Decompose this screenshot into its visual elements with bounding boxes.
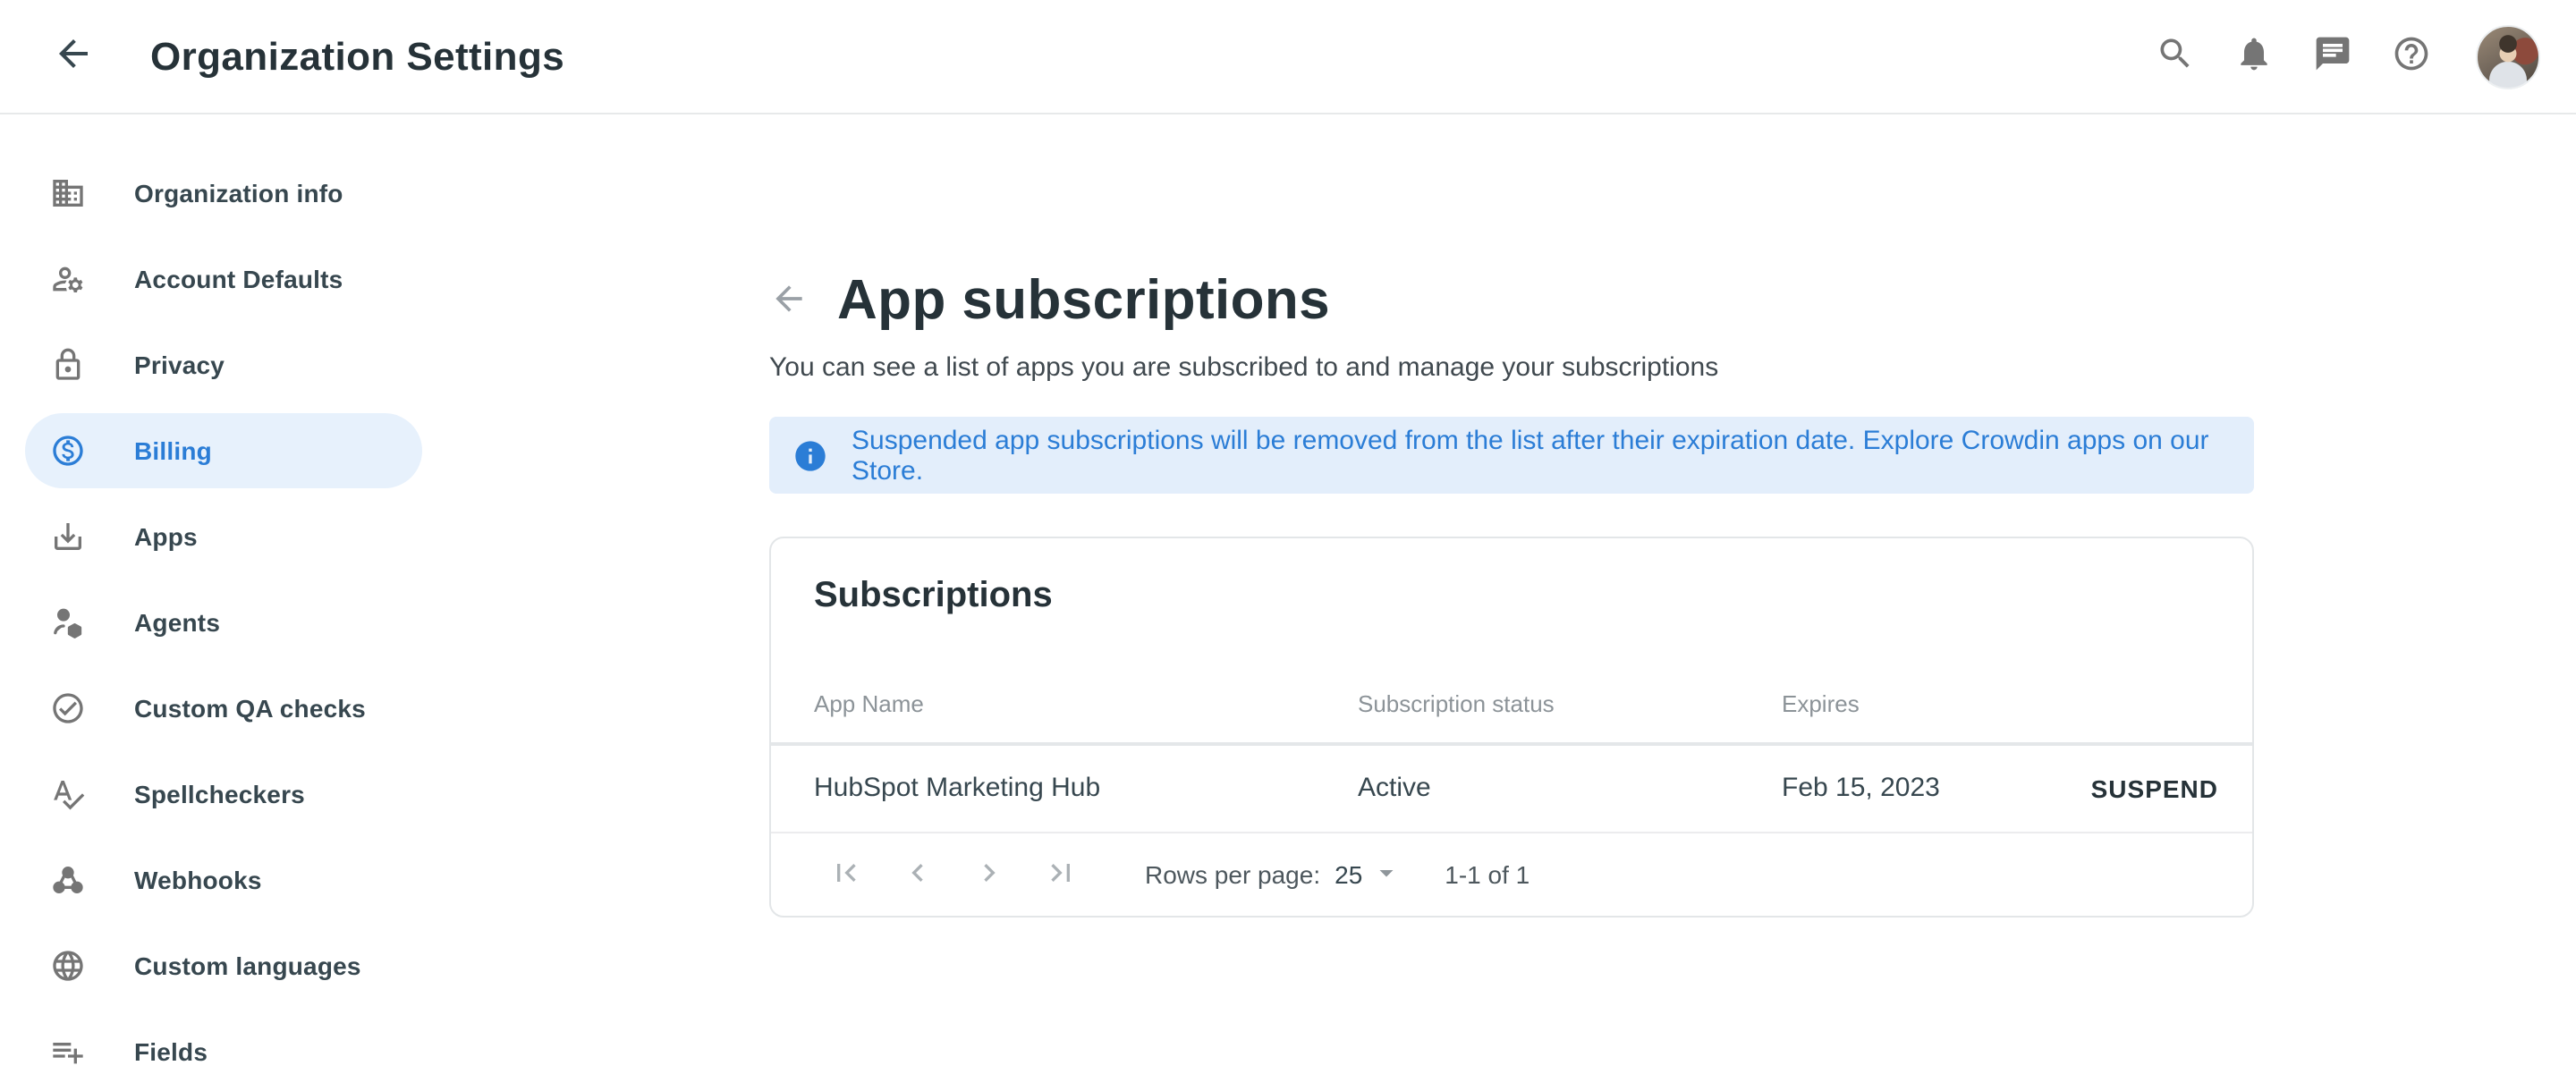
chevron-right-icon [971,854,1007,895]
sidebar-item-apps[interactable]: Apps [25,499,422,574]
sidebar-item-label: Apps [134,522,198,551]
info-icon [792,437,828,473]
main-content: App subscriptions You can see a list of … [769,114,2254,1091]
cell-expires: Feb 15, 2023 [1782,746,1940,832]
help-button[interactable] [2390,35,2433,78]
person-gear-icon [50,261,86,297]
notifications-button[interactable] [2233,35,2275,78]
back-arrow-icon [52,32,95,80]
sidebar-item-label: Spellcheckers [134,780,305,808]
sidebar-item-spellcheckers[interactable]: Spellcheckers [25,757,422,832]
messages-button[interactable] [2311,35,2354,78]
globe-icon [50,948,86,984]
banner-text: Suspended app subscriptions will be remo… [852,425,2254,486]
settings-sidebar: Organization info Account Defaults Priva… [0,114,769,1091]
bell-icon [2234,34,2274,79]
user-avatar[interactable] [2476,24,2540,89]
card-title: Subscriptions [814,576,1053,617]
check-circle-icon [50,690,86,726]
sidebar-item-billing[interactable]: Billing [25,413,422,488]
sidebar-item-label: Custom languages [134,951,361,980]
info-banner: Suspended app subscriptions will be remo… [769,417,2254,494]
download-icon [50,519,86,554]
page-title: Organization Settings [150,33,564,80]
sidebar-item-label: Billing [134,436,212,465]
section-header: App subscriptions [769,261,1330,340]
building-icon [50,175,86,211]
first-page-icon [828,854,864,895]
dollar-circle-icon [50,433,86,469]
table-pagination: Rows per page: 25 1-1 of 1 [814,833,2209,916]
sidebar-item-label: Account Defaults [134,265,343,293]
sidebar-item-webhooks[interactable]: Webhooks [25,842,422,918]
table-row: HubSpot Marketing Hub Active Feb 15, 202… [771,746,2252,832]
topbar-actions [2154,24,2540,89]
pagination-range: 1-1 of 1 [1445,860,1530,889]
next-page-button[interactable] [971,857,1007,892]
column-header-expires: Expires [1782,690,1860,717]
chat-icon [2313,34,2352,79]
search-icon [2156,34,2195,79]
last-page-icon [1043,854,1079,895]
rows-per-page-value: 25 [1335,860,1362,889]
cell-app-name: HubSpot Marketing Hub [814,746,1100,832]
sidebar-item-label: Custom QA checks [134,694,366,723]
sidebar-item-label: Organization info [134,179,343,207]
help-icon [2392,34,2431,79]
sidebar-item-fields[interactable]: Fields [25,1014,422,1089]
column-header-app-name: App Name [814,690,924,717]
chevron-left-icon [900,854,936,895]
sidebar-item-custom-qa-checks[interactable]: Custom QA checks [25,671,422,746]
sidebar-item-label: Privacy [134,351,225,379]
person-cube-icon [50,605,86,640]
section-back-button[interactable] [769,281,809,320]
sidebar-item-organization-info[interactable]: Organization info [25,156,422,231]
sidebar-item-account-defaults[interactable]: Account Defaults [25,241,422,317]
sidebar-item-privacy[interactable]: Privacy [25,327,422,402]
playlist-add-icon [50,1034,86,1070]
section-subtitle: You can see a list of apps you are subsc… [769,352,1718,383]
rows-per-page-label: Rows per page: [1145,860,1320,889]
webhook-icon [50,862,86,898]
chevron-down-icon [1369,856,1402,893]
cell-subscription-status: Active [1358,746,1431,832]
search-button[interactable] [2154,35,2197,78]
top-app-bar: Organization Settings [0,0,2576,114]
app-window: Organization Settings [0,0,2576,1091]
sidebar-item-label: Agents [134,608,220,637]
first-page-button[interactable] [828,857,864,892]
section-title: App subscriptions [837,268,1330,333]
previous-page-button[interactable] [900,857,936,892]
sidebar-item-label: Fields [134,1037,208,1066]
rows-per-page-select[interactable]: 25 [1335,856,1402,893]
header-back-button[interactable] [52,35,95,78]
back-arrow-icon [769,278,809,323]
sidebar-item-agents[interactable]: Agents [25,585,422,660]
suspend-button[interactable]: SUSPEND [2091,746,2218,832]
last-page-button[interactable] [1043,857,1079,892]
sidebar-item-label: Webhooks [134,866,262,894]
spellcheck-icon [50,776,86,812]
column-header-subscription-status: Subscription status [1358,690,1555,717]
sidebar-item-custom-languages[interactable]: Custom languages [25,928,422,1003]
lock-icon [50,347,86,383]
subscriptions-card: Subscriptions App Name Subscription stat… [769,537,2254,918]
